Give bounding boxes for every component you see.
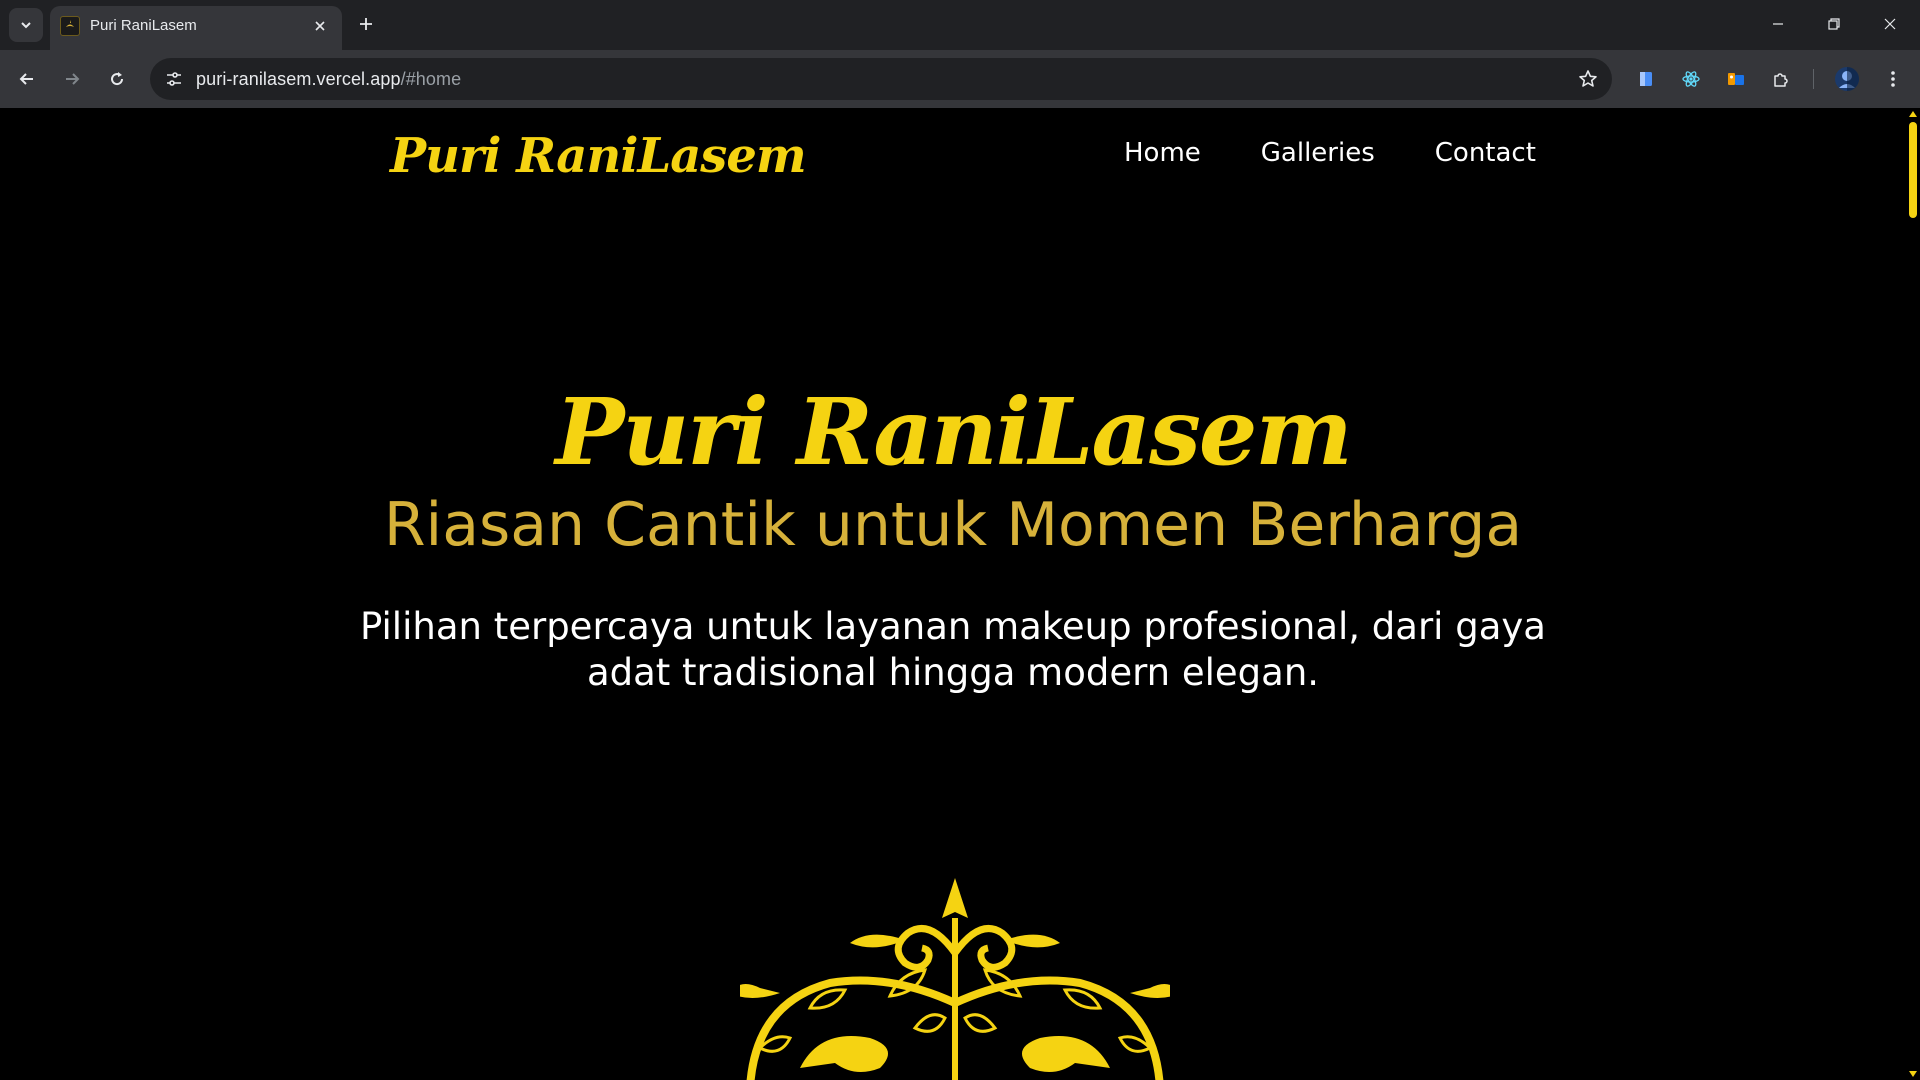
minimize-button[interactable] — [1756, 6, 1800, 42]
main-nav: Home Galleries Contact — [1124, 138, 1536, 168]
tab-title: Puri RaniLasem — [90, 17, 197, 34]
more-vert-icon — [1891, 71, 1895, 87]
url-host: puri-ranilasem.vercel.app — [196, 69, 401, 89]
tab-close-button[interactable] — [308, 14, 332, 38]
nav-link-galleries[interactable]: Galleries — [1261, 138, 1375, 168]
tune-icon — [167, 72, 181, 86]
arrow-left-icon — [19, 73, 33, 85]
plus-icon — [360, 18, 372, 30]
back-button[interactable] — [10, 62, 44, 96]
browser-tab[interactable]: Puri RaniLasem — [50, 6, 342, 50]
nav-link-home[interactable]: Home — [1124, 138, 1201, 168]
scroll-up-arrow-icon[interactable] — [1909, 111, 1917, 117]
page-scrollbar[interactable] — [1906, 108, 1920, 1080]
ornament-crown-icon — [740, 878, 1170, 1080]
nav-link-contact[interactable]: Contact — [1435, 138, 1536, 168]
new-tab-button[interactable] — [352, 10, 380, 38]
close-icon — [315, 21, 325, 31]
avatar — [1835, 67, 1859, 91]
site-favicon-icon — [60, 16, 80, 36]
hero-title: Puri RaniLasem — [555, 378, 1353, 486]
extension-react-button[interactable] — [1674, 62, 1708, 96]
restore-icon — [1828, 18, 1840, 30]
url-text: puri-ranilasem.vercel.app/#home — [196, 69, 461, 90]
forward-button[interactable] — [55, 62, 89, 96]
browser-menu-button[interactable] — [1876, 62, 1910, 96]
extension-colorful-button[interactable] — [1719, 62, 1753, 96]
bookmark-button[interactable] — [1574, 65, 1602, 93]
window-close-button[interactable] — [1868, 6, 1912, 42]
document-extension-icon — [1640, 72, 1652, 86]
extensions-menu-button[interactable] — [1764, 62, 1798, 96]
minimize-icon — [1773, 23, 1783, 25]
profile-button[interactable] — [1830, 62, 1864, 96]
page-viewport: Puri RaniLasem Home Galleries Contact Pu… — [0, 108, 1920, 1080]
hero-subtitle: Riasan Cantik untuk Momen Berharga — [383, 490, 1523, 560]
reload-button[interactable] — [100, 62, 134, 96]
toolbar-divider — [1813, 69, 1814, 89]
palette-extension-icon — [1728, 73, 1744, 85]
url-path: /#home — [400, 69, 462, 89]
restore-button[interactable] — [1812, 6, 1856, 42]
react-icon — [1682, 71, 1700, 87]
browser-tabstrip: Puri RaniLasem — [0, 0, 1920, 50]
star-icon — [1579, 70, 1597, 87]
site-logo[interactable]: Puri RaniLasem — [390, 128, 807, 184]
tab-search-button[interactable] — [9, 8, 43, 42]
scrollbar-thumb[interactable] — [1909, 122, 1917, 218]
arrow-right-icon — [66, 73, 80, 85]
scroll-down-arrow-icon[interactable] — [1909, 1071, 1917, 1077]
extension-docs-button[interactable] — [1629, 62, 1663, 96]
browser-toolbar: puri-ranilasem.vercel.app/#home — [0, 50, 1920, 108]
hero-description: Pilihan terpercaya untuk layanan makeup … — [360, 605, 1546, 694]
address-bar[interactable]: puri-ranilasem.vercel.app/#home — [150, 58, 1612, 100]
puzzle-icon — [1774, 73, 1788, 87]
chevron-down-icon — [21, 22, 31, 29]
close-icon — [1884, 18, 1896, 30]
reload-icon — [111, 72, 124, 86]
site-info-button[interactable] — [160, 65, 188, 93]
